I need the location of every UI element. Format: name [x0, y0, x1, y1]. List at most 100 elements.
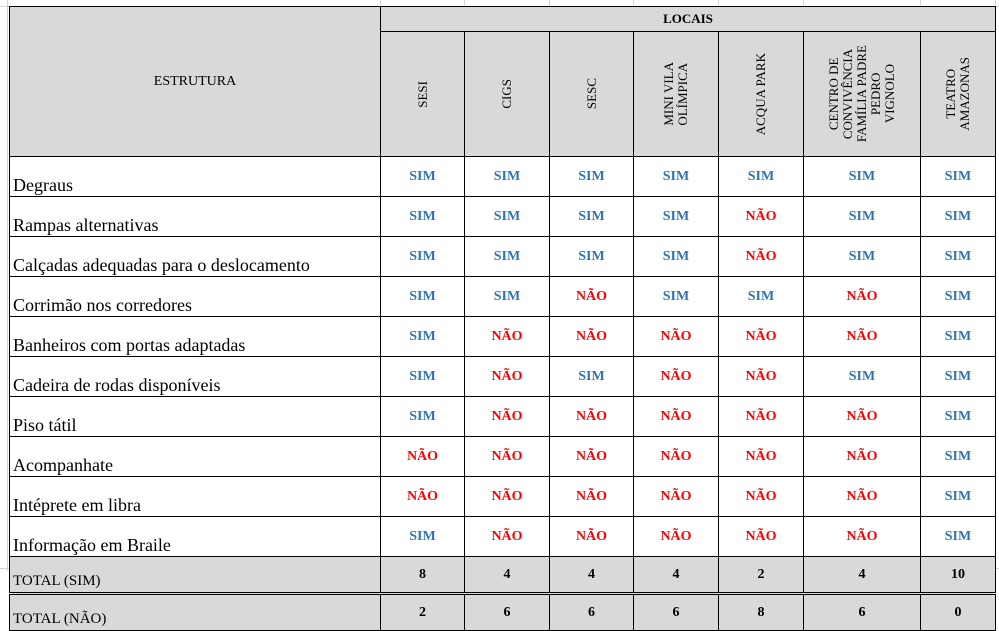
value-cell: NÃO — [549, 516, 634, 557]
location-header-line: TEATRO — [943, 69, 958, 119]
value-cell: SIM — [464, 276, 550, 317]
table-row: Rampas alternativas SIM SIM SIM SIM NÃO SIM SIM — [9, 196, 996, 237]
value-cell: SIM — [380, 156, 465, 197]
value-cell: SIM — [920, 356, 996, 397]
table-row: Acompanhate NÃO NÃO NÃO NÃO NÃO NÃO SIM — [9, 436, 996, 477]
value-cell: SIM — [633, 236, 719, 277]
location-header-label: SESC — [583, 78, 599, 110]
total-value: 6 — [549, 593, 634, 631]
location-header: CENTRO DE CONVIVÊNCIA FAMÍLIA PADRE PEDRO VI… — [803, 31, 921, 157]
total-row: TOTAL (NÃO) 2 6 6 6 8 6 0 — [9, 593, 996, 631]
value-cell: SIM — [464, 196, 550, 237]
value-cell: NÃO — [803, 396, 921, 437]
value-cell: SIM — [920, 316, 996, 357]
value-cell: SIM — [380, 236, 465, 277]
value-cell: NÃO — [803, 516, 921, 557]
value-cell: NÃO — [633, 316, 719, 357]
value-cell: SIM — [380, 516, 465, 557]
value-cell: NÃO — [718, 396, 804, 437]
value-cell: NÃO — [549, 436, 634, 477]
location-header: CIGS — [464, 31, 550, 157]
total-value: 10 — [920, 556, 996, 595]
row-label: Degraus — [9, 156, 381, 197]
accessibility-table: ESTRUTURA LOCAIS SESI CIGS SESC MINI VILA OL… — [9, 6, 996, 631]
value-cell: SIM — [464, 236, 550, 277]
table-row: Corrimão nos corredores SIM SIM NÃO SIM SIM NÃ… — [9, 276, 996, 317]
estrutura-header: ESTRUTURA — [9, 6, 381, 157]
value-cell: SIM — [920, 276, 996, 317]
location-header-label: SESI — [414, 80, 430, 108]
total-value: 4 — [803, 556, 921, 595]
location-header-line: SESI — [414, 80, 430, 108]
value-cell: SIM — [920, 476, 996, 517]
total-row: TOTAL (SIM) 8 4 4 4 2 4 10 — [9, 556, 996, 595]
location-header-line: SESC — [583, 78, 599, 110]
value-cell: NÃO — [718, 476, 804, 517]
location-header-line: CENTRO DE — [826, 57, 841, 131]
total-value: 6 — [633, 593, 719, 631]
value-cell: SIM — [718, 276, 804, 317]
value-cell: NÃO — [464, 476, 550, 517]
location-header-line: FAMÍLIA PADRE — [854, 45, 869, 143]
locais-header: LOCAIS — [380, 6, 996, 32]
total-value: 4 — [633, 556, 719, 595]
value-cell: NÃO — [464, 356, 550, 397]
location-header: SESI — [380, 31, 465, 157]
row-label: Cadeira de rodas disponíveis — [9, 356, 381, 397]
value-cell: NÃO — [549, 396, 634, 437]
row-label: Corrimão nos corredores — [9, 276, 381, 317]
location-header: TEATRO AMAZONAS — [920, 31, 996, 157]
row-label: Acompanhate — [9, 436, 381, 477]
row-label: Calçadas adequadas para o deslocamento — [9, 236, 381, 277]
row-label: Banheiros com portas adaptadas — [9, 316, 381, 357]
value-cell: SIM — [380, 196, 465, 237]
table-row: Calçadas adequadas para o deslocamento SI… — [9, 236, 996, 277]
value-cell: NÃO — [549, 316, 634, 357]
total-label: TOTAL (SIM) — [9, 556, 381, 595]
value-cell: SIM — [464, 156, 550, 197]
location-header-line: PEDRO — [868, 72, 883, 116]
table-row: Cadeira de rodas disponíveis SIM NÃO SIM NÃO… — [9, 356, 996, 397]
value-cell: SIM — [920, 156, 996, 197]
value-cell: SIM — [549, 156, 634, 197]
value-cell: SIM — [920, 236, 996, 277]
row-label: Rampas alternativas — [9, 196, 381, 237]
value-cell: SIM — [380, 276, 465, 317]
table-row: Piso tátil SIM NÃO NÃO NÃO NÃO NÃO SIM — [9, 396, 996, 437]
total-value: 0 — [920, 593, 996, 631]
value-cell: SIM — [633, 156, 719, 197]
location-header-line: CONVIVÊNCIA — [840, 48, 855, 140]
location-header: MINI VILA OLÍMPICA — [633, 31, 719, 157]
value-cell: SIM — [380, 316, 465, 357]
location-header-line: CIGS — [499, 79, 514, 109]
location-header-label: CIGS — [499, 79, 514, 109]
total-value: 8 — [718, 593, 804, 631]
value-cell: NÃO — [633, 516, 719, 557]
value-cell: NÃO — [803, 436, 921, 477]
location-header-line: ACQUA PARK — [753, 52, 768, 136]
total-label: TOTAL (NÃO) — [9, 593, 381, 631]
location-header-line: MINI VILA — [661, 62, 676, 126]
total-value: 4 — [464, 556, 550, 595]
total-value: 8 — [380, 556, 465, 595]
table-body: Degraus SIM SIM SIM SIM SIM SIM SIM Rampas alter… — [9, 156, 996, 631]
value-cell: NÃO — [718, 356, 804, 397]
row-label: Informação em Braile — [9, 516, 381, 557]
value-cell: NÃO — [633, 396, 719, 437]
table-row: Banheiros com portas adaptadas SIM NÃO NÃO N… — [9, 316, 996, 357]
location-header-label: CENTRO DE CONVIVÊNCIA FAMÍLIA PADRE PEDRO VI… — [826, 45, 897, 143]
location-header: SESC — [549, 31, 634, 157]
location-header-label: TEATRO AMAZONAS — [943, 57, 972, 131]
row-label: Piso tátil — [9, 396, 381, 437]
value-cell: SIM — [633, 196, 719, 237]
total-value: 6 — [803, 593, 921, 631]
row-label: Intéprete em libra — [9, 476, 381, 517]
value-cell: NÃO — [718, 236, 804, 277]
value-cell: NÃO — [464, 516, 550, 557]
value-cell: NÃO — [633, 356, 719, 397]
value-cell: NÃO — [549, 276, 634, 317]
table-row: Degraus SIM SIM SIM SIM SIM SIM SIM — [9, 156, 996, 197]
value-cell: SIM — [549, 196, 634, 237]
value-cell: SIM — [803, 196, 921, 237]
value-cell: NÃO — [803, 316, 921, 357]
